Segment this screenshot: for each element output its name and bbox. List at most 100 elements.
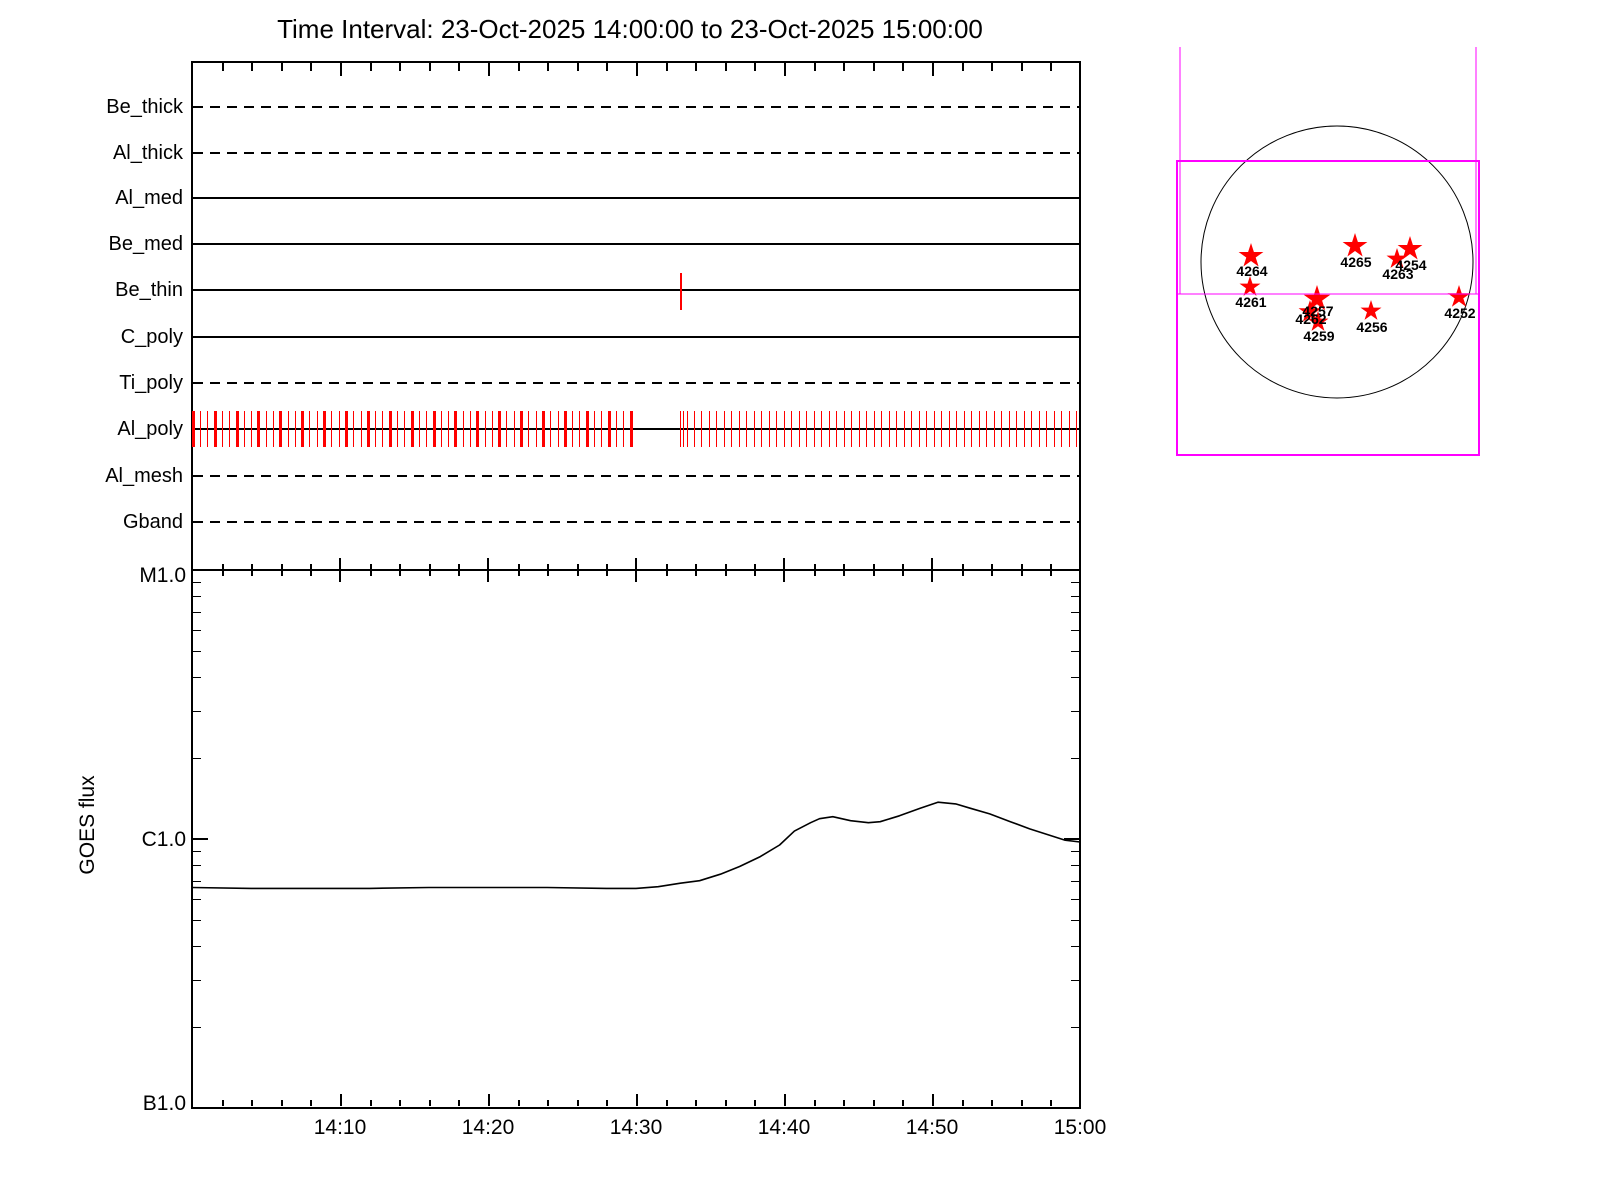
time-tick-top <box>1020 63 1023 71</box>
alpoly-exposure-mark <box>888 411 890 447</box>
alpoly-exposure-mark <box>207 411 209 447</box>
active-region-star-4265 <box>1342 233 1368 257</box>
filter-label-ti_poly: Ti_poly <box>119 372 183 394</box>
alpoly-exposure-mark <box>753 411 755 447</box>
alpoly-exposure-mark <box>1038 411 1040 447</box>
time-tick-top <box>961 63 964 71</box>
time-tick-top <box>843 63 846 71</box>
alpoly-exposure-mark <box>563 411 567 447</box>
alpoly-exposure-mark <box>404 411 406 447</box>
alpoly-exposure-mark <box>251 411 253 447</box>
alpoly-exposure-mark <box>454 411 458 447</box>
filter-line-be_thick <box>193 106 1079 108</box>
solar-disk-map: 4264426142654263425442624257425942564252 <box>1176 47 1480 456</box>
time-tick-top <box>872 63 875 71</box>
time-tick-top <box>665 63 668 71</box>
alpoly-exposure-mark <box>410 411 414 447</box>
alpoly-exposure-mark <box>235 411 239 447</box>
alpoly-exposure-mark <box>316 411 318 447</box>
active-region-label-4256: 4256 <box>1356 319 1387 335</box>
active-region-label-4259: 4259 <box>1303 328 1334 344</box>
goes-xtick-label: 15:00 <box>1053 1116 1107 1139</box>
alpoly-exposure-mark <box>476 411 480 447</box>
alpoly-exposure-mark <box>331 411 333 447</box>
alpoly-exposure-mark <box>273 411 274 447</box>
alpoly-exposure-mark <box>572 411 574 447</box>
alpoly-exposure-mark <box>448 411 450 447</box>
alpoly-exposure-mark <box>200 411 202 447</box>
alpoly-exposure-mark <box>301 411 305 447</box>
alpoly-exposure-mark <box>601 411 603 447</box>
active-region-label-4265: 4265 <box>1340 254 1371 270</box>
active-region-label-4252: 4252 <box>1444 305 1475 321</box>
filter-line-be_thin <box>193 289 1079 291</box>
alpoly-exposure-mark <box>382 411 384 447</box>
alpoly-exposure-mark <box>366 411 370 447</box>
alpoly-exposure-mark <box>806 411 808 447</box>
filter-label-be_thick: Be_thick <box>106 96 183 118</box>
alpoly-exposure-mark <box>828 411 830 447</box>
alpoly-exposure-mark <box>821 411 823 447</box>
alpoly-exposure-mark <box>629 411 633 447</box>
time-tick-top <box>547 63 550 71</box>
alpoly-exposure-mark <box>1001 411 1003 447</box>
time-tick-top <box>695 63 698 71</box>
alpoly-exposure-mark <box>1061 411 1063 447</box>
alpoly-exposure-mark <box>761 411 763 447</box>
alpoly-exposure-mark <box>1008 411 1010 447</box>
time-tick-top <box>340 63 342 76</box>
alpoly-exposure-mark <box>323 411 327 447</box>
alpoly-exposure-mark <box>432 411 436 447</box>
alpoly-exposure-mark <box>746 411 748 447</box>
alpoly-exposure-mark <box>858 411 860 447</box>
alpoly-exposure-mark <box>375 411 377 447</box>
alpoly-exposure-mark <box>309 411 311 447</box>
alpoly-exposure-mark <box>798 411 800 447</box>
filter-label-al_poly: Al_poly <box>117 418 183 440</box>
time-tick-top <box>458 63 461 71</box>
filter-line-al_thick <box>193 152 1079 154</box>
active-region-label-4261: 4261 <box>1235 294 1266 310</box>
alpoly-exposure-mark <box>579 411 581 447</box>
filter-line-c_poly <box>193 336 1079 338</box>
time-tick-top <box>221 63 224 71</box>
alpoly-exposure-mark <box>738 411 740 447</box>
filter-label-al_mesh: Al_mesh <box>105 465 183 487</box>
alpoly-exposure-mark <box>911 411 913 447</box>
alpoly-exposure-mark <box>708 411 710 447</box>
alpoly-exposure-mark <box>213 411 217 447</box>
time-tick-top <box>576 63 579 71</box>
alpoly-exposure-mark <box>948 411 950 447</box>
alpoly-exposure-mark <box>993 411 995 447</box>
alpoly-exposure-mark <box>978 411 980 447</box>
goes-ytick-label-c1.0: C1.0 <box>141 828 186 851</box>
alpoly-exposure-mark <box>257 411 261 447</box>
alpoly-exposure-mark <box>541 411 545 447</box>
alpoly-exposure-mark <box>462 411 464 447</box>
xrt-timeline-figure: Time Interval: 23-Oct-2025 14:00:00 to 2… <box>0 0 1600 1200</box>
alpoly-exposure-mark <box>360 411 362 447</box>
filter-label-c_poly: C_poly <box>120 326 183 348</box>
alpoly-exposure-mark <box>484 411 486 447</box>
filter-label-be_thin: Be_thin <box>115 279 183 301</box>
alpoly-exposure-mark <box>344 411 348 447</box>
alpoly-exposure-mark <box>866 411 868 447</box>
goes-ytick-label-b1.0: B1.0 <box>142 1092 186 1115</box>
alpoly-exposure-mark <box>873 411 875 447</box>
time-tick-top <box>932 63 934 76</box>
alpoly-exposure-mark <box>679 411 681 447</box>
filter-line-al_med <box>193 197 1079 199</box>
alpoly-exposure-mark <box>191 411 195 447</box>
alpoly-exposure-mark <box>520 411 524 447</box>
alpoly-exposure-mark <box>243 411 245 447</box>
active-region-label-4254: 4254 <box>1395 257 1426 273</box>
time-tick-top <box>784 63 786 76</box>
goes-ytick-label-m1.0: M1.0 <box>139 564 186 587</box>
goes-flux-curve <box>192 801 1080 890</box>
alpoly-exposure-mark <box>287 411 289 447</box>
alpoly-exposure-mark <box>528 411 530 447</box>
alpoly-exposure-mark <box>550 411 552 447</box>
alpoly-exposure-mark <box>279 411 283 447</box>
alpoly-exposure-mark <box>1016 411 1018 447</box>
alpoly-exposure-mark <box>986 411 988 447</box>
